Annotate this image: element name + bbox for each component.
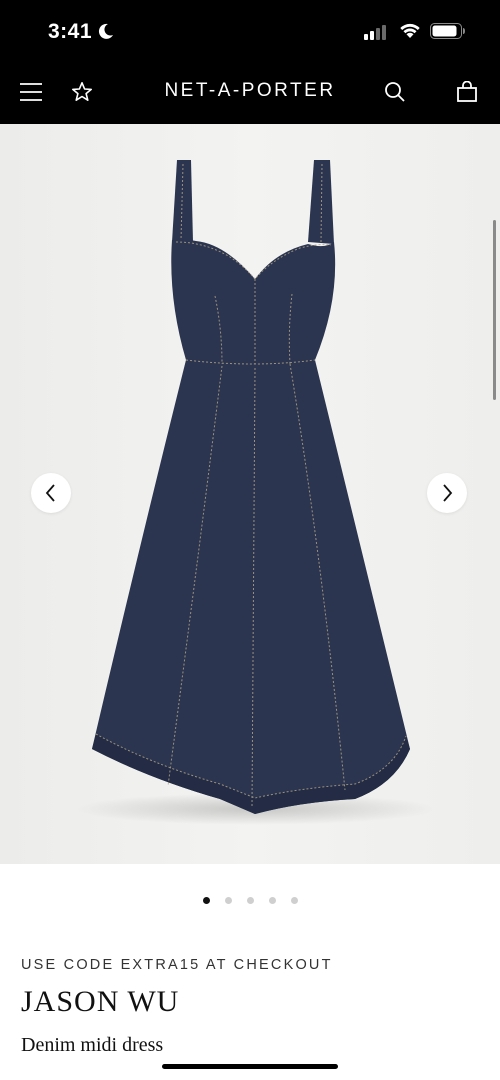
wifi-icon: [400, 23, 420, 38]
product-name: Denim midi dress: [21, 1034, 164, 1056]
designer-name[interactable]: JASON WU: [21, 985, 179, 1019]
pagination-dot[interactable]: [224, 897, 232, 904]
chevron-left-icon: [45, 484, 55, 502]
product-image-gallery[interactable]: [0, 124, 500, 864]
pagination-dot[interactable]: [268, 897, 276, 904]
search-button[interactable]: [379, 76, 411, 108]
pagination-dot[interactable]: [290, 897, 298, 904]
battery-icon: [430, 23, 465, 39]
previous-image-button[interactable]: [31, 473, 71, 513]
shopping-bag-button[interactable]: [451, 76, 483, 108]
search-icon: [385, 82, 405, 102]
brand-logo[interactable]: NET-A-PORTER: [0, 80, 500, 102]
pagination-dot[interactable]: [246, 897, 254, 904]
promo-banner: USE CODE EXTRA15 AT CHECKOUT: [21, 957, 333, 973]
next-image-button[interactable]: [427, 473, 467, 513]
top-navigation-bar: NET-A-PORTER: [0, 60, 500, 124]
status-bar: 3:41: [0, 0, 500, 60]
shopping-bag-icon: [457, 81, 477, 102]
home-indicator[interactable]: [162, 1064, 338, 1069]
pagination-dot[interactable]: [202, 897, 210, 904]
status-time: 3:41: [48, 20, 93, 43]
gallery-pagination: [0, 897, 500, 904]
scrollbar[interactable]: [493, 220, 496, 400]
product-image: [75, 160, 435, 825]
moon-icon: [98, 23, 113, 39]
chevron-right-icon: [443, 484, 453, 502]
cellular-signal-icon: [364, 25, 386, 40]
